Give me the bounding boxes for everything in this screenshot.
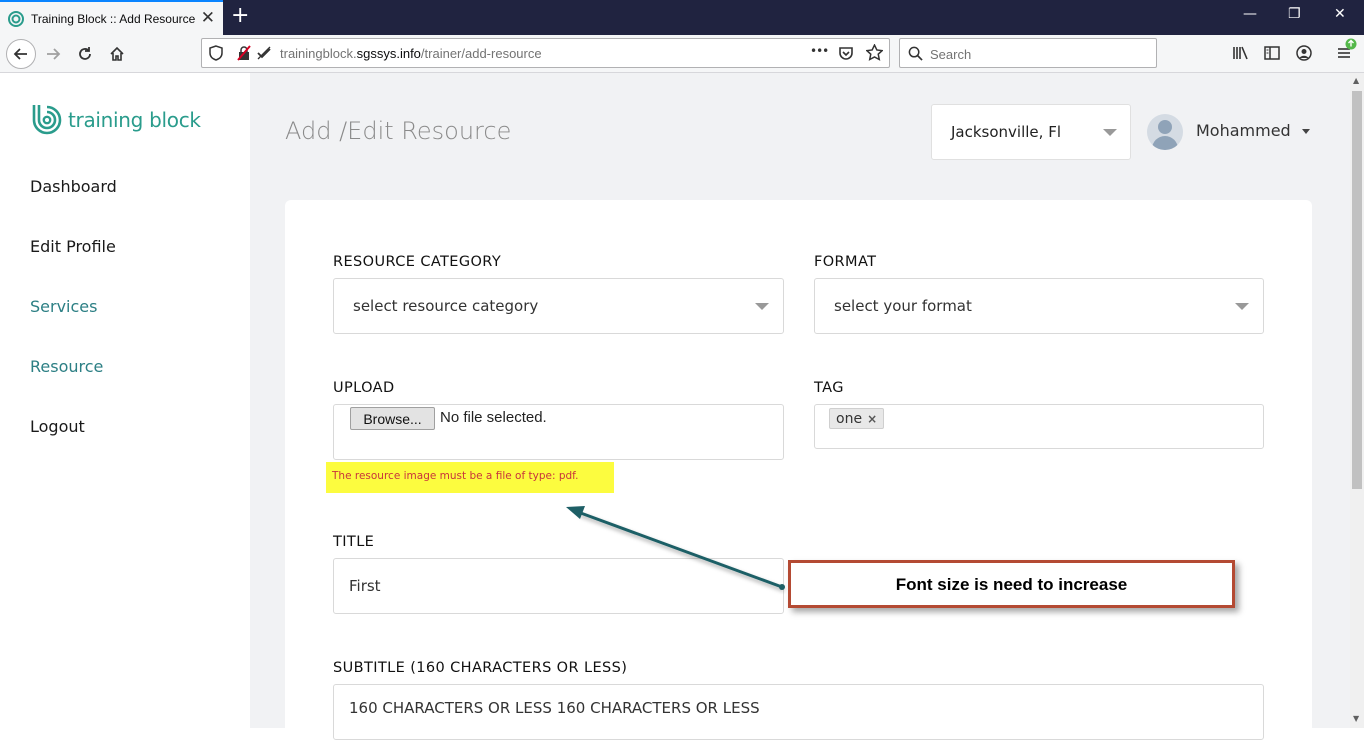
new-tab-icon[interactable]: + (231, 4, 249, 28)
location-value: Jacksonville, Fl (951, 123, 1061, 141)
update-badge-icon (1345, 38, 1357, 50)
pocket-icon[interactable] (838, 45, 854, 61)
url-host: sgssys.info (356, 46, 421, 61)
url-text: trainingblock.sgssys.info/trainer/add-re… (280, 46, 542, 61)
file-status: No file selected. (440, 409, 547, 426)
user-menu-caret-icon[interactable] (1302, 129, 1310, 134)
shield-icon (209, 45, 223, 61)
tag-input[interactable]: one × (814, 404, 1264, 449)
format-select[interactable]: select your format (814, 278, 1264, 334)
url-path: /trainer/add-resource (420, 46, 542, 61)
annotation-callout: Font size is need to increase (788, 560, 1235, 608)
upload-error-highlight: The resource image must be a file of typ… (326, 462, 614, 493)
forward-button[interactable] (38, 39, 68, 69)
back-button[interactable] (6, 39, 36, 69)
home-icon (110, 46, 124, 61)
format-label: FORMAT (814, 254, 877, 270)
tag-chip-label: one (836, 410, 863, 427)
bookmark-star-icon[interactable] (866, 44, 883, 61)
user-name[interactable]: Mohammed (1196, 121, 1291, 140)
insecure-lock-icon (237, 45, 251, 61)
page-scrollbar[interactable]: ▲ ▼ (1350, 73, 1364, 728)
sidebar-item-edit-profile[interactable]: Edit Profile (30, 237, 116, 256)
resource-category-select[interactable]: select resource category (333, 278, 784, 334)
browse-button[interactable]: Browse... (350, 407, 435, 430)
logo[interactable]: training block (30, 103, 201, 137)
training-block-favicon-icon (8, 10, 24, 27)
upload-label: UPLOAD (333, 380, 395, 396)
location-select[interactable]: Jacksonville, Fl (931, 104, 1131, 160)
account-icon[interactable] (1296, 45, 1312, 61)
tag-remove-icon[interactable]: × (867, 412, 877, 426)
sidebar-toggle-icon[interactable] (1264, 45, 1280, 61)
title-label: TITLE (333, 534, 375, 550)
browser-tab[interactable]: Training Block :: Add Resource ✕ (0, 0, 223, 35)
sidebar-item-logout[interactable]: Logout (30, 417, 85, 436)
tab-title: Training Block :: Add Resource (31, 11, 196, 26)
subtitle-label: SUBTITLE (160 CHARACTERS OR LESS) (333, 660, 628, 676)
reload-icon (79, 47, 91, 60)
scroll-up-icon[interactable]: ▲ (1353, 76, 1359, 85)
sidebar-item-services[interactable]: Services (30, 297, 97, 316)
avatar-head (1158, 120, 1172, 134)
chevron-down-icon (1103, 129, 1117, 136)
scroll-thumb[interactable] (1352, 91, 1362, 489)
browser-titlebar: Training Block :: Add Resource ✕ + — ❐ ✕ (0, 0, 1364, 35)
url-prefix: trainingblock. (280, 46, 357, 61)
url-bar[interactable]: trainingblock.sgssys.info/trainer/add-re… (201, 38, 890, 68)
minimize-icon[interactable]: — (1243, 6, 1257, 22)
annotation-text: Font size is need to increase (895, 575, 1128, 594)
tag-label: TAG (814, 380, 844, 396)
back-arrow-icon (13, 48, 27, 60)
chevron-down-icon (755, 303, 769, 310)
tag-chip: one × (829, 408, 885, 429)
forward-arrow-icon (47, 48, 61, 60)
resource-category-value: select resource category (353, 297, 539, 315)
avatar[interactable] (1147, 114, 1183, 150)
library-icon[interactable] (1232, 45, 1249, 61)
title-input[interactable]: First (333, 558, 784, 614)
page-actions-icon[interactable]: ••• (810, 44, 829, 58)
subtitle-value: 160 CHARACTERS OR LESS 160 CHARACTERS OR… (349, 699, 760, 717)
search-input[interactable]: Search (899, 38, 1157, 68)
logo-text: training block (68, 108, 201, 132)
chevron-down-icon (1235, 303, 1249, 310)
sidebar: training block Dashboard Edit Profile Se… (0, 73, 250, 728)
title-value: First (349, 577, 381, 595)
upload-field: Browse... No file selected. (333, 404, 784, 460)
search-placeholder: Search (930, 47, 972, 62)
reload-button[interactable] (70, 39, 100, 69)
resource-category-label: RESOURCE CATEGORY (333, 254, 502, 270)
maximize-icon[interactable]: ❐ (1288, 6, 1301, 22)
web-page: training block Dashboard Edit Profile Se… (0, 73, 1350, 740)
permissions-icon (257, 46, 271, 60)
avatar-body (1152, 136, 1178, 150)
tab-close-icon[interactable]: ✕ (201, 9, 215, 27)
browser-navbar: trainingblock.sgssys.info/trainer/add-re… (0, 35, 1364, 73)
training-block-logo-icon (32, 105, 62, 135)
format-value: select your format (834, 297, 972, 315)
home-button[interactable] (102, 39, 132, 69)
page-title: Add /Edit Resource (285, 117, 512, 145)
main-content: Add /Edit Resource Jacksonville, Fl Moha… (250, 73, 1350, 740)
subtitle-input[interactable]: 160 CHARACTERS OR LESS 160 CHARACTERS OR… (333, 684, 1264, 740)
search-icon (908, 46, 923, 61)
sidebar-item-dashboard[interactable]: Dashboard (30, 177, 117, 196)
scroll-down-icon[interactable]: ▼ (1353, 714, 1359, 723)
window-close-icon[interactable]: ✕ (1334, 6, 1346, 22)
upload-error-message: The resource image must be a file of typ… (332, 470, 579, 482)
sidebar-item-resource[interactable]: Resource (30, 357, 103, 376)
